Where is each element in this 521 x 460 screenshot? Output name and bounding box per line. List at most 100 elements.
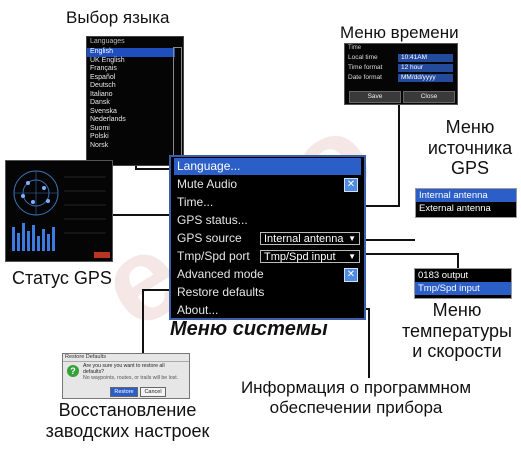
caption-language-select: Выбор языка <box>66 8 170 27</box>
gps-status-screen <box>5 160 113 262</box>
language-option[interactable]: Français <box>87 65 175 74</box>
gps-source-list: Internal antenna External antenna <box>415 188 517 218</box>
connector-line <box>368 308 370 378</box>
language-list-title: Languages <box>90 38 125 45</box>
gps-source-value: Internal antenna <box>264 233 344 245</box>
caption-gps-status: Статус GPS <box>12 268 112 288</box>
tmp-spd-option-0183[interactable]: 0183 output <box>415 269 511 282</box>
language-option[interactable]: Norsk <box>87 142 175 151</box>
gps-source-option-internal[interactable]: Internal antenna <box>416 189 516 202</box>
time-save-button[interactable]: Save <box>349 91 401 103</box>
date-format-select[interactable]: MM/dd/yyyy <box>398 74 453 82</box>
language-option[interactable]: Español <box>87 74 175 83</box>
caption-software-info: Информация о программном обеспечении при… <box>226 378 486 417</box>
language-option[interactable]: Nederlands <box>87 116 175 125</box>
time-menu-title: Time <box>348 45 362 51</box>
caption-software-info-line2: обеспечении прибора <box>269 397 443 417</box>
language-list: English UK English Français Español Deutsch I… <box>87 48 183 150</box>
tmp-spd-value: Tmp/Spd input <box>264 251 336 263</box>
menu-item-time[interactable]: Time... <box>174 194 361 211</box>
menu-item-label: Language... <box>177 159 241 173</box>
time-row-date-format[interactable]: Date format MM/dd/yyyy <box>348 74 456 83</box>
language-option[interactable]: Suomi <box>87 125 175 134</box>
menu-item-label: Restore defaults <box>177 285 265 299</box>
language-option[interactable]: English <box>87 48 175 57</box>
local-time-field[interactable]: 10:41AM <box>398 54 453 62</box>
gps-source-option-external[interactable]: External antenna <box>416 202 516 215</box>
language-option[interactable]: Polski <box>87 133 175 142</box>
menu-item-tmp-spd-port[interactable]: Tmp/Spd port Tmp/Spd input ▼ <box>174 248 361 265</box>
caption-time-menu: Меню времени <box>340 23 459 42</box>
caption-gps-source-line3: GPS <box>450 158 489 179</box>
menu-item-label: Time... <box>177 195 214 209</box>
gps-status-close-button[interactable] <box>94 252 110 258</box>
connector-line <box>363 253 458 255</box>
caption-restore-defaults: Восстановление заводских настроек <box>40 400 215 441</box>
question-icon: ? <box>67 365 79 377</box>
restore-button[interactable]: Restore <box>110 387 138 397</box>
connector-line <box>457 253 459 269</box>
menu-item-label: Tmp/Spd port <box>177 249 250 263</box>
caption-temp-speed-line1: Меню <box>432 300 482 320</box>
restore-dialog-message: Are you sure you want to restore all def… <box>83 363 186 381</box>
menu-item-about[interactable]: About... <box>174 302 361 319</box>
chevron-down-icon: ▼ <box>348 234 356 243</box>
time-menu-panel: Time Local time 10:41AM Time format 12 h… <box>344 43 458 105</box>
restore-dialog-title: Restore Defaults <box>63 354 189 362</box>
tmp-spd-list: 0183 output Tmp/Spd input <box>414 268 512 299</box>
caption-gps-source-line1: Меню <box>445 117 495 137</box>
mute-audio-checkbox[interactable]: ✕ <box>344 178 358 192</box>
menu-item-gps-status[interactable]: GPS status... <box>174 212 361 229</box>
gps-skyview-graphic <box>12 170 106 251</box>
chevron-down-icon: ▼ <box>348 252 356 261</box>
time-format-select[interactable]: 12 hour <box>398 64 453 72</box>
time-row-local-time[interactable]: Local time 10:41AM <box>348 54 456 63</box>
caption-gps-source-menu: Меню источника GPS <box>425 117 515 179</box>
gps-source-dropdown[interactable]: Internal antenna ▼ <box>260 232 360 245</box>
language-option[interactable]: Dansk <box>87 99 175 108</box>
menu-item-label: GPS status... <box>177 213 248 227</box>
menu-item-gps-source[interactable]: GPS source Internal antenna ▼ <box>174 230 361 247</box>
caption-temp-speed-line2: температуры <box>401 320 512 341</box>
tmp-spd-dropdown[interactable]: Tmp/Spd input ▼ <box>260 250 360 263</box>
caption-restore-line1: Восстановление <box>58 400 197 420</box>
caption-system-menu: Меню системы <box>170 318 328 340</box>
connector-line <box>110 214 172 216</box>
caption-gps-source-line2: источника <box>427 137 513 158</box>
time-row-label: Local time <box>348 54 378 61</box>
advanced-mode-checkbox[interactable]: ✕ <box>344 268 358 282</box>
menu-item-restore-defaults[interactable]: Restore defaults <box>174 284 361 301</box>
restore-note: No waypoints, routes, or trails will be … <box>83 375 179 381</box>
caption-restore-line2: заводских настроек <box>45 420 210 441</box>
caption-temp-speed-menu: Меню температуры и скорости <box>398 300 516 362</box>
connector-line <box>363 239 415 241</box>
time-row-time-format[interactable]: Time format 12 hour <box>348 64 456 73</box>
menu-item-label: About... <box>177 303 219 317</box>
language-option[interactable]: Italiano <box>87 91 175 100</box>
menu-item-label: Mute Audio <box>177 177 238 191</box>
system-menu: Language... Mute Audio ✕ Time... GPS sta… <box>169 155 366 320</box>
menu-item-advanced-mode[interactable]: Advanced mode ✕ <box>174 266 361 283</box>
restore-defaults-dialog: Restore Defaults ? Are you sure you want… <box>62 353 190 399</box>
menu-item-language[interactable]: Language... <box>174 158 361 175</box>
time-close-button[interactable]: Close <box>403 91 455 103</box>
caption-temp-speed-line3: и скорости <box>412 341 502 362</box>
menu-item-label: Advanced mode <box>177 267 264 281</box>
connector-line <box>398 103 400 207</box>
caption-software-info-line1: Информация о программном <box>240 378 472 397</box>
language-list-panel: Languages English UK English Français Españ… <box>86 36 184 166</box>
connector-line <box>142 289 172 291</box>
language-option[interactable]: Svenska <box>87 108 175 117</box>
language-scrollbar[interactable] <box>173 47 182 165</box>
cancel-button[interactable]: Cancel <box>140 387 166 397</box>
language-option[interactable]: UK English <box>87 57 175 66</box>
time-row-label: Time format <box>348 64 383 71</box>
tmp-spd-option-input[interactable]: Tmp/Spd input <box>415 282 511 295</box>
menu-item-label: GPS source <box>177 231 242 245</box>
time-row-label: Date format <box>348 74 382 81</box>
menu-item-mute-audio[interactable]: Mute Audio ✕ <box>174 176 361 193</box>
connector-line <box>135 168 171 170</box>
restore-question: Are you sure you want to restore all def… <box>83 363 165 375</box>
connector-line <box>142 289 144 353</box>
language-option[interactable]: Deutsch <box>87 82 175 91</box>
